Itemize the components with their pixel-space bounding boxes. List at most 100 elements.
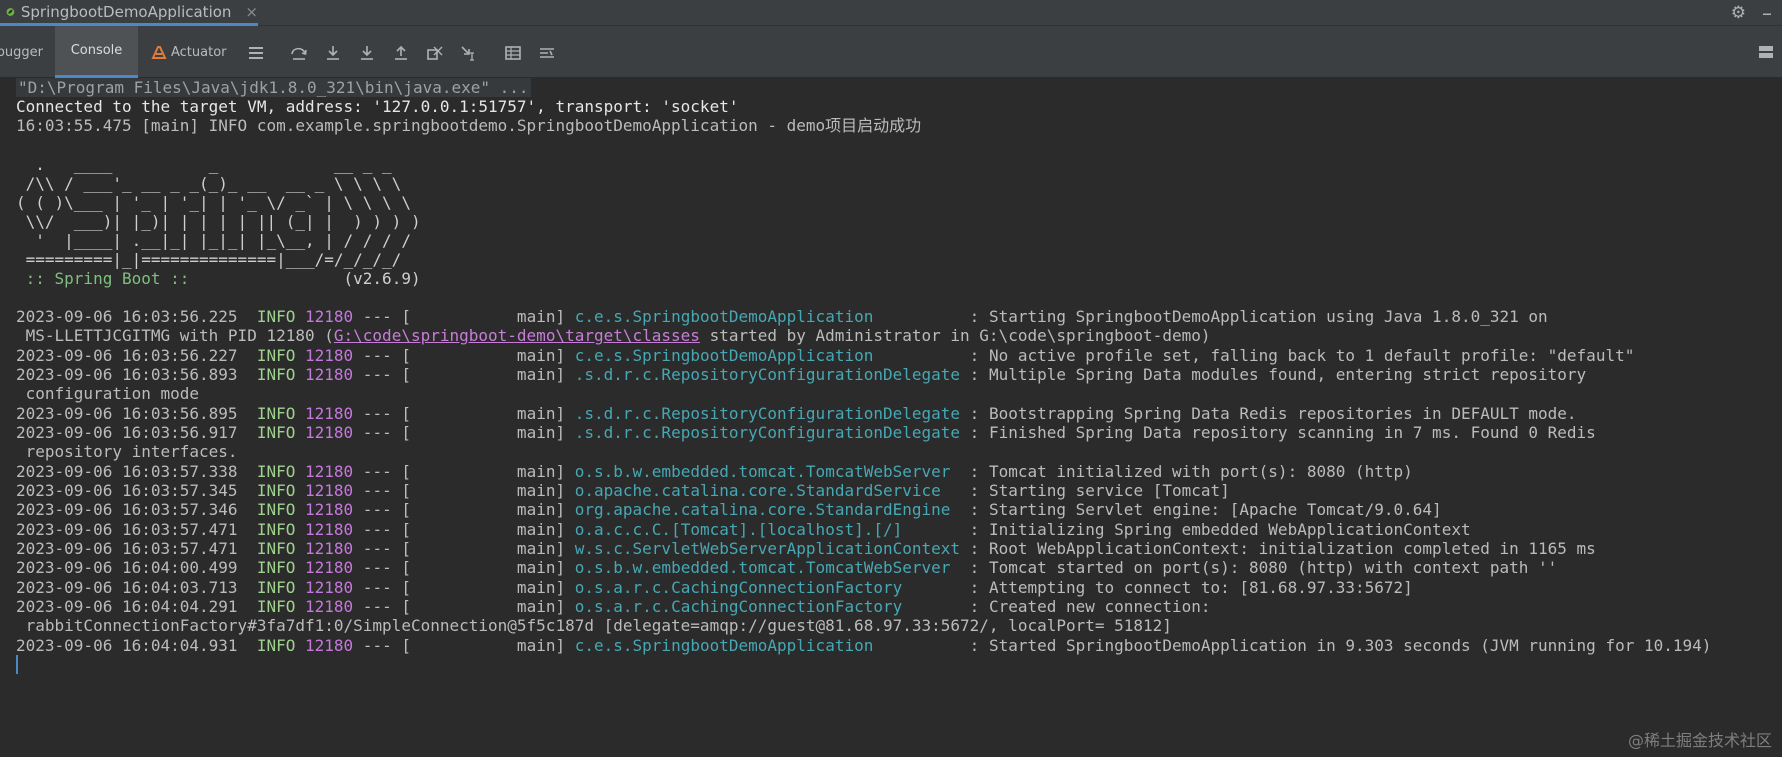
drop-frame-icon[interactable] — [426, 44, 444, 62]
close-icon[interactable]: × — [245, 3, 258, 21]
log-pid: 12180 — [305, 404, 354, 423]
log-level: INFO — [256, 365, 296, 384]
log-logger: org.apache.catalina.core.StandardEngine — [574, 500, 961, 519]
log-level: INFO — [256, 558, 296, 577]
java-command-line[interactable]: "D:\Program Files\Java\jdk1.8.0_321\bin\… — [16, 78, 531, 97]
log-thread: --- [ main] — [353, 520, 575, 539]
log-thread: --- [ main] — [353, 346, 575, 365]
spring-boot-version-line: :: Spring Boot :: (v2.6.9) — [16, 268, 421, 290]
log-logger: o.a.c.c.C.[Tomcat].[localhost].[/] — [574, 520, 961, 539]
log-pid: 12180 — [305, 481, 354, 500]
log-thread: --- [ main] — [353, 578, 575, 597]
log-timestamp: 2023-09-06 16:03:56.893 — [16, 365, 238, 384]
log-message: : Finished Spring Data repository scanni… — [960, 423, 1596, 442]
text-cursor — [16, 655, 18, 674]
tab-console[interactable]: Console — [55, 26, 138, 78]
log-logger: c.e.s.SpringbootDemoApplication — [574, 636, 961, 655]
log-thread: --- [ main] — [353, 404, 575, 423]
log-logger: .s.d.r.c.RepositoryConfigurationDelegate — [574, 365, 961, 384]
log-timestamp: 2023-09-06 16:03:57.471 — [16, 539, 238, 558]
log-level: INFO — [256, 597, 296, 616]
log-thread: --- [ main] — [353, 558, 575, 577]
log-row: 2023-09-06 16:04:04.931 INFO 12180 --- [… — [16, 635, 1711, 657]
log-message: : Starting Servlet engine: [Apache Tomca… — [960, 500, 1442, 519]
log-message: : Created new connection: — [960, 597, 1211, 616]
log-message: : Starting SpringbootDemoApplication usi… — [960, 307, 1548, 326]
log-pid: 12180 — [305, 520, 354, 539]
console-output[interactable]: "D:\Program Files\Java\jdk1.8.0_321\bin\… — [0, 78, 1782, 757]
log-pid: 12180 — [305, 423, 354, 442]
log-timestamp: 2023-09-06 16:03:56.227 — [16, 346, 238, 365]
tab-debugger[interactable]: bugger — [0, 26, 55, 78]
log-thread: --- [ main] — [353, 539, 575, 558]
log-level: INFO — [256, 346, 296, 365]
log-thread: --- [ main] — [353, 462, 575, 481]
run-tab-springboot-demo[interactable]: SpringbootDemoApplication × — [0, 0, 258, 26]
log-pid: 12180 — [305, 365, 354, 384]
actuator-icon — [151, 46, 167, 59]
log-pid: 12180 — [305, 346, 354, 365]
log-thread: --- [ main] — [353, 597, 575, 616]
log-level: INFO — [256, 636, 296, 655]
log-pid: 12180 — [305, 578, 354, 597]
run-tool-window-header: SpringbootDemoApplication × ⚙ – — [0, 0, 1782, 26]
log-timestamp: 2023-09-06 16:03:57.471 — [16, 520, 238, 539]
log-level: INFO — [256, 539, 296, 558]
step-into-icon[interactable] — [324, 44, 342, 62]
classes-path-link[interactable]: G:\code\springboot-demo\target\classes — [334, 326, 700, 345]
log-logger: c.e.s.SpringbootDemoApplication — [574, 346, 961, 365]
log-message: : Attempting to connect to: [81.68.97.33… — [960, 578, 1413, 597]
minimize-icon[interactable]: – — [1762, 1, 1772, 25]
settings-gear-icon[interactable]: ⚙ — [1731, 3, 1746, 23]
log-timestamp: 2023-09-06 16:03:56.225 — [16, 307, 238, 326]
log-thread: --- [ main] — [353, 307, 575, 326]
log-timestamp: 2023-09-06 16:04:00.499 — [16, 558, 238, 577]
spring-app-icon — [6, 7, 15, 16]
log-logger: o.s.b.w.embedded.tomcat.TomcatWebServer — [574, 462, 961, 481]
log-message: : Started SpringbootDemoApplication in 9… — [960, 636, 1712, 655]
log-row-continuation: configuration mode — [16, 384, 200, 403]
menu-icon[interactable] — [247, 44, 265, 62]
run-to-cursor-icon[interactable] — [460, 44, 478, 62]
step-over-icon[interactable] — [290, 44, 308, 62]
log-row-continuation: MS-LLETTJCGITMG with PID 12180 (G:\code\… — [16, 325, 1211, 347]
log-pid: 12180 — [305, 462, 354, 481]
console-line: 16:03:55.475 [main] INFO com.example.spr… — [16, 116, 922, 135]
log-message: : Bootstrapping Spring Data Redis reposi… — [960, 404, 1577, 423]
window-controls: ⚙ – — [1731, 0, 1782, 26]
evaluate-expression-icon[interactable] — [504, 44, 522, 62]
log-timestamp: 2023-09-06 16:03:57.345 — [16, 481, 238, 500]
log-logger: o.s.a.r.c.CachingConnectionFactory — [574, 597, 961, 616]
log-message: : No active profile set, falling back to… — [960, 346, 1635, 365]
log-logger: w.s.c.ServletWebServerApplicationContext — [574, 539, 961, 558]
log-logger: c.e.s.SpringbootDemoApplication — [574, 307, 961, 326]
log-timestamp: 2023-09-06 16:03:56.895 — [16, 404, 238, 423]
tab-actuator[interactable]: Actuator — [151, 26, 235, 78]
log-level: INFO — [256, 520, 296, 539]
log-message: : Starting service [Tomcat] — [960, 481, 1230, 500]
log-level: INFO — [256, 423, 296, 442]
log-timestamp: 2023-09-06 16:04:04.931 — [16, 636, 238, 655]
spring-boot-label: :: Spring Boot :: — [16, 269, 200, 288]
log-level: INFO — [256, 307, 296, 326]
log-row: 2023-09-06 16:03:56.893 INFO 12180 --- [… — [16, 364, 1586, 386]
log-level: INFO — [256, 404, 296, 423]
log-message: : Root WebApplicationContext: initializa… — [960, 539, 1596, 558]
log-message: : Tomcat initialized with port(s): 8080 … — [960, 462, 1413, 481]
log-level: INFO — [256, 481, 296, 500]
log-continuation-suffix: started by Administrator in G:\code\spri… — [699, 326, 1211, 345]
log-timestamp: 2023-09-06 16:03:57.346 — [16, 500, 238, 519]
run-tab-title: SpringbootDemoApplication — [20, 2, 232, 21]
trace-icon[interactable] — [538, 44, 556, 62]
tab-console-label: Console — [70, 43, 123, 58]
log-continuation-prefix: MS-LLETTJCGITMG with PID 12180 ( — [16, 326, 334, 345]
log-level: INFO — [256, 500, 296, 519]
log-pid: 12180 — [305, 558, 354, 577]
force-step-into-icon[interactable] — [358, 44, 376, 62]
tab-debugger-label: bugger — [0, 44, 43, 60]
step-out-icon[interactable] — [392, 44, 410, 62]
layout-icon[interactable] — [1758, 45, 1774, 59]
spring-boot-version: (v2.6.9) — [199, 269, 421, 288]
log-timestamp: 2023-09-06 16:03:56.917 — [16, 423, 238, 442]
log-pid: 12180 — [305, 597, 354, 616]
